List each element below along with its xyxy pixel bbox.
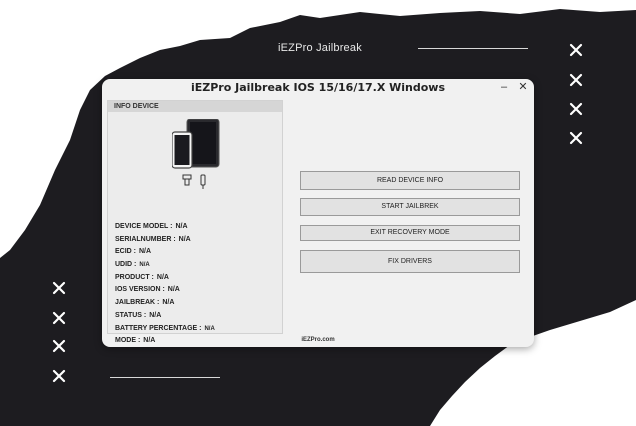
footer-website: iEZPro.com: [301, 337, 335, 343]
product-value: N/A: [156, 273, 169, 281]
info-row-status: STATUS : N/A: [115, 311, 162, 319]
decorative-line-bottom: [110, 377, 220, 378]
info-row-product: PRODUCT : N/A: [115, 273, 169, 281]
close-x-icon: [569, 102, 583, 116]
close-x-icon: [52, 281, 66, 295]
close-x-icon: [569, 131, 583, 145]
app-window: iEZPro Jailbreak IOS 15/16/17.X Windows …: [102, 79, 534, 347]
info-row-udid: UDID : N/A: [115, 261, 150, 269]
exit-recovery-mode-button[interactable]: EXIT RECOVERY MODE: [300, 225, 520, 241]
udid-value: N/A: [139, 262, 150, 269]
banner-title: iEZPro Jailbreak: [278, 42, 362, 54]
read-device-info-button[interactable]: READ DEVICE INFO: [300, 171, 520, 190]
title-bar[interactable]: iEZPro Jailbreak IOS 15/16/17.X Windows …: [102, 79, 534, 97]
cable-icon: [182, 174, 206, 189]
jailbreak-value: N/A: [162, 299, 175, 307]
info-row-device-model: DEVICE MODEL : N/A: [115, 223, 188, 230]
battery-percentage-value: N/A: [204, 325, 215, 332]
start-jailbreak-button[interactable]: START JAILBREK: [300, 198, 520, 216]
device-info-list: DEVICE MODEL : N/A SERIALNUMBER : N/A ECID…: [115, 223, 280, 347]
ios-version-value: N/A: [167, 286, 180, 294]
info-row-battery-percentage: BATTERY PERCENTAGE : N/A: [115, 324, 215, 332]
window-title: iEZPro Jailbreak IOS 15/16/17.X Windows: [190, 81, 446, 94]
close-x-icon: [52, 339, 66, 353]
device-model-value: N/A: [175, 223, 188, 230]
devices-icon: [172, 119, 220, 189]
decorative-line-top: [418, 48, 528, 49]
close-button[interactable]: ✕: [516, 80, 530, 94]
ecid-value: N/A: [139, 248, 152, 256]
panel-header: INFO DEVICE: [108, 101, 282, 112]
info-row-jailbreak: JAILBREAK : N/A: [115, 299, 175, 307]
close-x-icon: [52, 311, 66, 325]
info-row-serialnumber: SERIALNUMBER : N/A: [115, 235, 191, 243]
close-x-icon: [52, 369, 66, 383]
serialnumber-value: N/A: [178, 235, 191, 243]
info-row-ios-version: IOS VERSION : N/A: [115, 286, 180, 294]
status-value: N/A: [149, 311, 162, 319]
close-x-icon: [569, 43, 583, 57]
device-info-panel: INFO DEVICE DEVICE MODEL : N/A SERIALNUMB…: [107, 100, 283, 344]
info-row-ecid: ECID : N/A: [115, 248, 152, 256]
fix-drivers-button[interactable]: FIX DRIVERS: [300, 250, 520, 273]
close-x-icon: [569, 73, 583, 87]
minimize-button[interactable]: –: [497, 80, 511, 94]
